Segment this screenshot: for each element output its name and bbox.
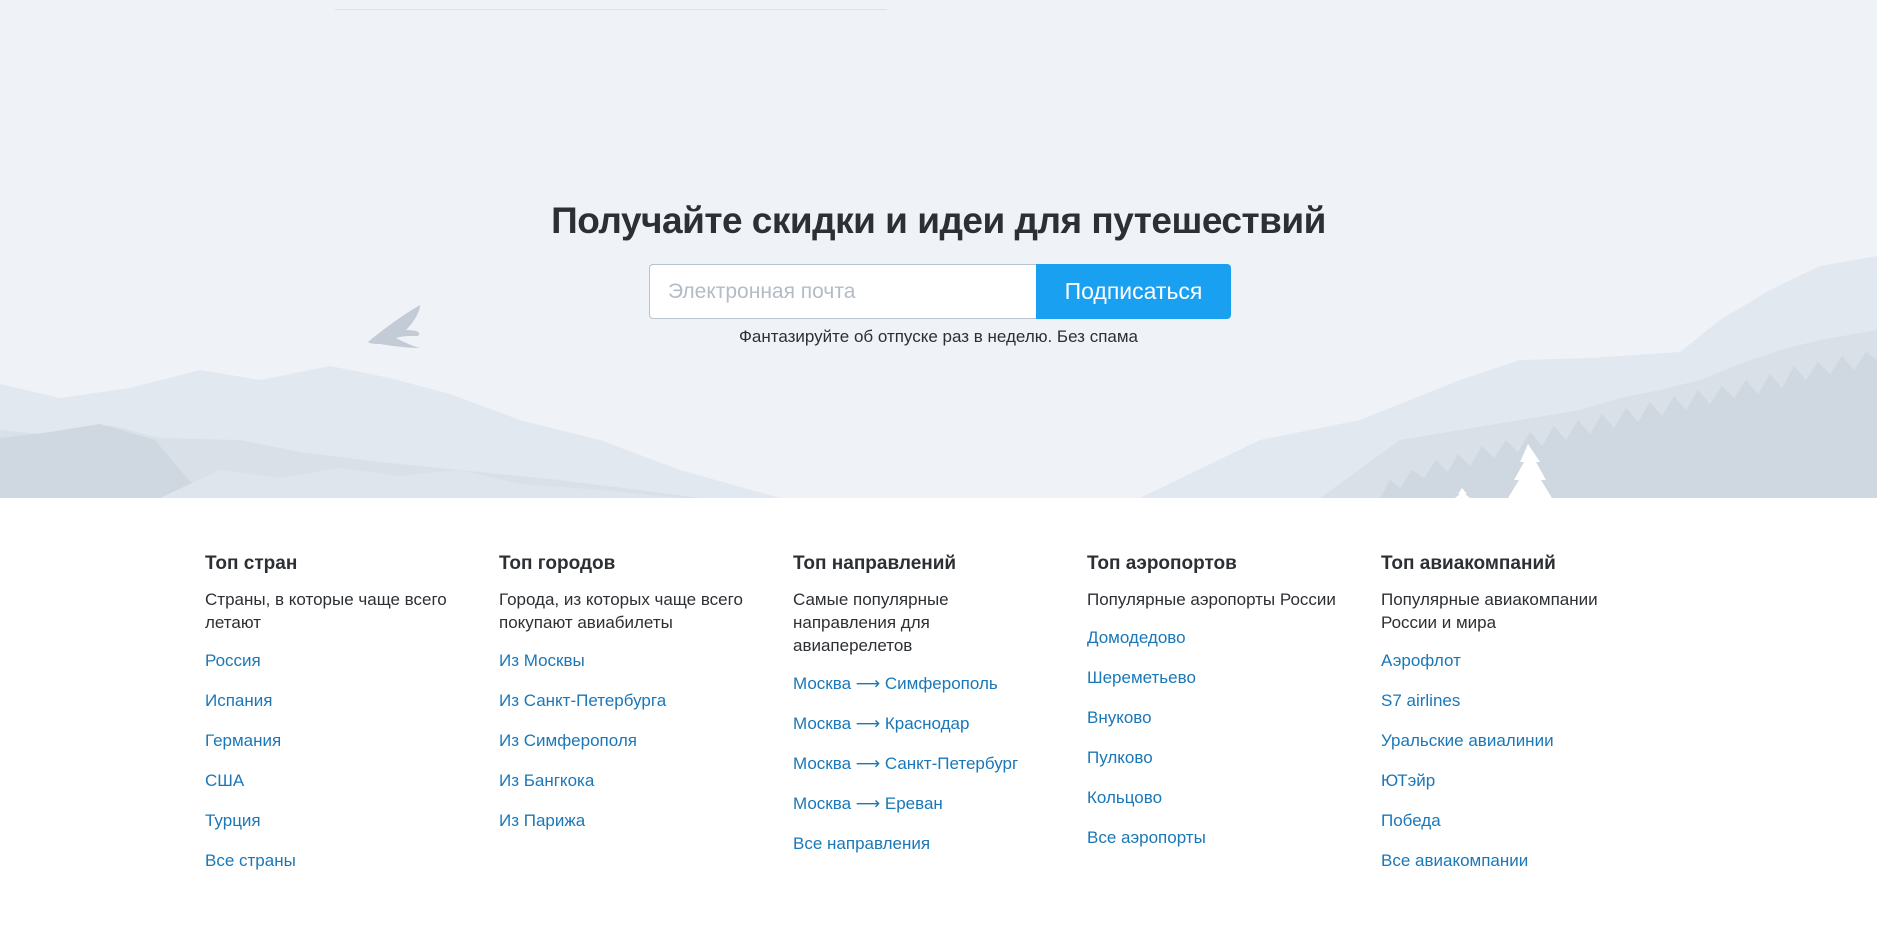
airport-link[interactable]: Домодедово <box>1087 621 1186 650</box>
email-input[interactable] <box>649 264 1036 319</box>
airport-link[interactable]: Кольцово <box>1087 781 1162 810</box>
all-airlines-link[interactable]: Все авиакомпании <box>1381 844 1528 873</box>
airline-link[interactable]: S7 airlines <box>1381 684 1460 713</box>
country-link[interactable]: Турция <box>205 804 261 833</box>
subscribe-form: Подписаться <box>649 264 1231 319</box>
subscribe-button[interactable]: Подписаться <box>1036 264 1231 319</box>
column-description: Города, из которых чаще всего покупают а… <box>499 590 743 632</box>
column-title: Топ направлений <box>793 553 957 574</box>
all-airports-link[interactable]: Все аэропорты <box>1087 821 1206 850</box>
all-routes-link[interactable]: Все направления <box>793 827 930 856</box>
column-title: Топ аэропортов <box>1087 553 1237 574</box>
top-airports-column: Топ аэропортов Популярные аэропорты Росс… <box>1087 552 1347 861</box>
link-list: Из Москвы Из Санкт-Петербурга Из Симферо… <box>499 644 759 844</box>
column-title: Топ стран <box>205 553 298 574</box>
top-routes-column: Топ направлений Самые популярные направл… <box>793 552 1053 867</box>
link-list: Аэрофлот S7 airlines Уральские авиалинии… <box>1381 644 1641 884</box>
column-title: Топ авиакомпаний <box>1381 553 1556 574</box>
airline-link[interactable]: Уральские авиалинии <box>1381 724 1554 753</box>
link-list: Домодедово Шереметьево Внуково Пулково К… <box>1087 621 1347 861</box>
column-title: Топ городов <box>499 553 616 574</box>
country-link[interactable]: США <box>205 764 244 793</box>
route-link[interactable]: Москва ⟶ Краснодар <box>793 707 969 736</box>
subscribe-hero: Получайте скидки и идеи для путешествий … <box>0 0 1877 498</box>
top-cities-column: Топ городов Города, из которых чаще всег… <box>499 552 759 844</box>
city-link[interactable]: Из Москвы <box>499 644 585 673</box>
subscribe-title: Получайте скидки и идеи для путешествий <box>551 200 1326 241</box>
airport-link[interactable]: Внуково <box>1087 701 1152 730</box>
airport-link[interactable]: Шереметьево <box>1087 661 1196 690</box>
subscribe-section: Получайте скидки и идеи для путешествий <box>0 196 1877 246</box>
city-link[interactable]: Из Парижа <box>499 804 585 833</box>
country-link[interactable]: Германия <box>205 724 281 753</box>
country-link[interactable]: Испания <box>205 684 272 713</box>
city-link[interactable]: Из Симферополя <box>499 724 637 753</box>
country-link[interactable]: Россия <box>205 644 261 673</box>
footer-top-lists: Топ стран Страны, в которые чаще всего л… <box>0 498 1877 936</box>
top-airlines-column: Топ авиакомпаний Популярные авиакомпании… <box>1381 552 1641 884</box>
top-countries-column: Топ стран Страны, в которые чаще всего л… <box>205 552 465 884</box>
city-link[interactable]: Из Санкт-Петербурга <box>499 684 666 713</box>
column-description: Страны, в которые чаще всего летают <box>205 590 447 632</box>
column-description: Популярные авиакомпании России и мира <box>1381 590 1598 632</box>
column-description: Самые популярные направления для авиапер… <box>793 590 949 655</box>
airline-link[interactable]: Аэрофлот <box>1381 644 1461 673</box>
route-link[interactable]: Москва ⟶ Ереван <box>793 787 943 816</box>
airport-link[interactable]: Пулково <box>1087 741 1153 770</box>
link-list: Россия Испания Германия США Турция Все с… <box>205 644 465 884</box>
airline-link[interactable]: Победа <box>1381 804 1441 833</box>
city-link[interactable]: Из Бангкока <box>499 764 594 793</box>
all-countries-link[interactable]: Все страны <box>205 844 296 873</box>
subscribe-note: Фантазируйте об отпуске раз в неделю. Бе… <box>739 327 1138 346</box>
link-list: Москва ⟶ Симферополь Москва ⟶ Краснодар … <box>793 667 1053 867</box>
airline-link[interactable]: ЮТэйр <box>1381 764 1435 793</box>
route-link[interactable]: Москва ⟶ Симферополь <box>793 667 998 696</box>
route-link[interactable]: Москва ⟶ Санкт-Петербург <box>793 747 1018 776</box>
column-description: Популярные аэропорты России <box>1087 590 1336 609</box>
mountain-landscape-illustration <box>0 256 1877 498</box>
